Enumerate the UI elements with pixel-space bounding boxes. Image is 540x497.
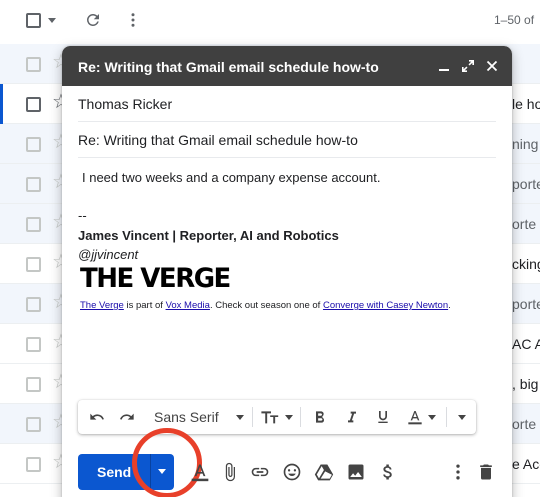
row-checkbox[interactable] <box>26 377 41 392</box>
underline-icon[interactable] <box>375 409 391 425</box>
row-checkbox[interactable] <box>26 297 41 312</box>
footer-text: . Check out season one of <box>209 300 323 311</box>
to-field[interactable]: Thomas Ricker <box>78 86 496 122</box>
font-family-select[interactable]: Sans Serif <box>154 409 219 425</box>
bold-icon[interactable] <box>312 409 328 425</box>
row-snippet: orte <box>512 416 537 432</box>
link-icon[interactable] <box>250 462 270 482</box>
inbox-toolbar: 1–50 of <box>0 0 540 42</box>
row-checkbox[interactable] <box>26 217 41 232</box>
subject-text: Re: Writing that Gmail email schedule ho… <box>78 132 358 148</box>
redo-icon[interactable] <box>118 409 136 425</box>
more-formatting-icon[interactable] <box>458 415 466 420</box>
text-color-icon[interactable] <box>406 409 424 425</box>
emoji-icon[interactable] <box>282 462 302 482</box>
toolbar-divider <box>446 407 447 427</box>
row-checkbox[interactable] <box>26 417 41 432</box>
row-checkbox[interactable] <box>26 137 41 152</box>
row-checkbox[interactable] <box>26 97 41 112</box>
footer-text: is part of <box>123 300 166 311</box>
row-snippet: porte <box>512 176 540 192</box>
drive-icon[interactable] <box>314 462 334 482</box>
compose-title: Re: Writing that Gmail email schedule ho… <box>78 59 379 75</box>
formatting-options-icon[interactable] <box>190 462 210 482</box>
money-icon[interactable] <box>378 462 398 482</box>
the-verge-logo: THE VERGE <box>80 263 231 295</box>
send-label: Send <box>97 464 132 480</box>
close-icon[interactable] <box>484 58 500 74</box>
select-all-checkbox[interactable] <box>26 13 41 28</box>
more-vert-icon[interactable] <box>124 10 142 30</box>
row-checkbox[interactable] <box>26 257 41 272</box>
signature-footer: The Verge is part of Vox Media. Check ou… <box>80 300 451 311</box>
toolbar-divider <box>252 407 253 427</box>
footer-text: . <box>448 300 451 311</box>
refresh-icon[interactable] <box>84 11 102 29</box>
row-snippet: orte <box>512 216 537 232</box>
toolbar-divider <box>300 407 301 427</box>
row-checkbox[interactable] <box>26 57 41 72</box>
vox-media-link[interactable]: Vox Media <box>166 300 210 311</box>
attach-icon[interactable] <box>220 462 240 482</box>
select-dropdown-icon[interactable] <box>48 18 56 23</box>
row-checkbox[interactable] <box>26 177 41 192</box>
row-snippet: AC AI <box>512 336 540 352</box>
text-size-icon[interactable] <box>260 409 282 425</box>
pagination-text: 1–50 of <box>494 13 535 27</box>
message-text: I need two weeks and a company expense a… <box>82 170 381 185</box>
row-snippet: porte <box>512 296 540 312</box>
selected-row-indicator <box>0 84 3 124</box>
row-snippet: e Acc <box>512 456 540 472</box>
compose-header[interactable]: Re: Writing that Gmail email schedule ho… <box>62 46 512 86</box>
converge-link[interactable]: Converge with Casey Newton <box>323 300 448 311</box>
compose-window: Re: Writing that Gmail email schedule ho… <box>62 46 512 497</box>
more-options-icon[interactable] <box>448 462 468 482</box>
to-recipient: Thomas Ricker <box>78 96 173 112</box>
font-dropdown-icon[interactable] <box>236 415 244 420</box>
text-color-dropdown-icon[interactable] <box>428 415 436 420</box>
full-screen-icon[interactable] <box>460 58 476 74</box>
the-verge-link[interactable]: The Verge <box>80 300 124 311</box>
text-size-dropdown-icon[interactable] <box>285 415 293 420</box>
subject-field[interactable]: Re: Writing that Gmail email schedule ho… <box>78 122 496 158</box>
row-checkbox[interactable] <box>26 457 41 472</box>
signature-handle: @jjvincent <box>78 247 139 262</box>
formatting-toolbar: Sans Serif <box>78 400 476 434</box>
row-snippet: , big <box>512 376 539 392</box>
row-snippet: le ho <box>512 96 540 112</box>
row-checkbox[interactable] <box>26 337 41 352</box>
row-snippet: cking <box>512 256 540 272</box>
minimize-icon[interactable] <box>436 58 452 74</box>
row-snippet: ning a <box>512 136 540 152</box>
italic-icon[interactable] <box>344 409 360 425</box>
signature-name: James Vincent | Reporter, AI and Robotic… <box>78 228 339 243</box>
undo-icon[interactable] <box>88 409 106 425</box>
photo-icon[interactable] <box>346 462 366 482</box>
discard-icon[interactable] <box>476 462 496 482</box>
signature-separator: -- <box>78 208 87 223</box>
